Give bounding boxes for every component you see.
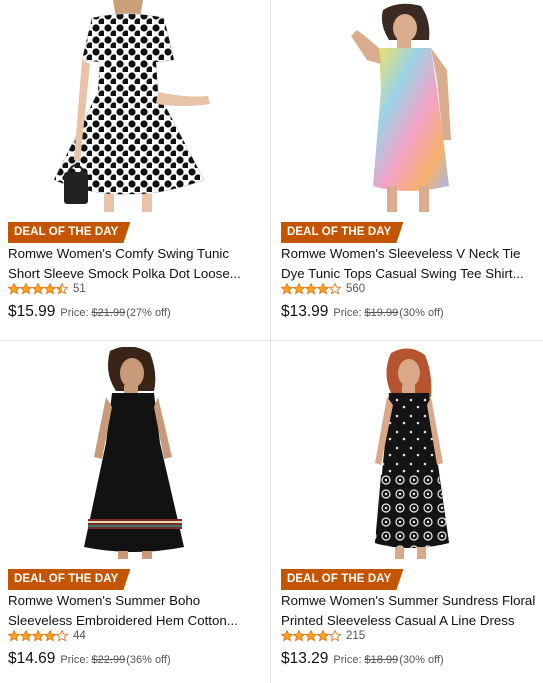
rating[interactable]: 51 [8,282,86,296]
product-image[interactable] [8,347,262,559]
star-icon [317,630,329,642]
rating[interactable]: 560 [281,282,365,296]
star-icon [56,630,68,642]
list-price: $19.99 [364,307,399,319]
product-card[interactable]: DEAL OF THE DAY Romwe Women's Summer Sun… [273,347,543,683]
star-icon [281,630,293,642]
price-line: $15.99 Price: $21.99 (27% off) [8,303,171,321]
product-image[interactable] [8,0,262,212]
product-title-line[interactable]: Short Sleeve Smock Polka Dot Loose... [8,264,266,284]
product-title-line[interactable]: Romwe Women's Sleeveless V Neck Tie [281,244,539,264]
list-price: $21.99 [91,307,126,319]
star-rating-icon[interactable] [8,283,68,295]
deal-price: $13.29 [281,650,329,667]
deal-badge: DEAL OF THE DAY [281,222,403,243]
star-icon [317,283,329,295]
black-boho-dress-photo [8,347,262,559]
product-title-line[interactable]: Printed Sleeveless Casual A Line Dress [281,611,539,631]
product-title-line[interactable]: Romwe Women's Comfy Swing Tunic [8,244,266,264]
deal-badge: DEAL OF THE DAY [281,569,403,590]
price-label: Price: [333,654,362,666]
row-divider [0,340,543,341]
product-card[interactable]: DEAL OF THE DAY Romwe Women's Comfy Swin… [0,0,270,340]
star-icon [305,630,317,642]
product-title-line[interactable]: Dye Tunic Tops Casual Swing Tee Shirt... [281,264,539,284]
star-icon [20,630,32,642]
discount-percent: (30% off) [399,307,444,319]
star-icon [8,630,20,642]
star-icon [56,283,68,295]
deal-badge: DEAL OF THE DAY [8,569,130,590]
product-image[interactable] [281,347,535,559]
star-icon [44,630,56,642]
star-rating-icon[interactable] [281,630,341,642]
rating[interactable]: 215 [281,629,365,643]
floral-sundress-photo [281,347,535,559]
star-icon [20,283,32,295]
star-icon [329,283,341,295]
star-icon [329,630,341,642]
deal-price: $15.99 [8,303,56,320]
product-title[interactable]: Romwe Women's Sleeveless V Neck Tie Dye … [281,244,539,283]
star-icon [281,283,293,295]
star-rating-icon[interactable] [8,630,68,642]
star-icon [44,283,56,295]
deal-price: $14.69 [8,650,56,667]
deal-price: $13.99 [281,303,329,320]
product-title[interactable]: Romwe Women's Summer Boho Sleeveless Emb… [8,591,266,630]
price-label: Price: [333,307,362,319]
review-count[interactable]: 560 [346,283,365,295]
price-label: Price: [60,654,89,666]
star-icon [32,630,44,642]
product-title-line[interactable]: Romwe Women's Summer Sundress Floral [281,591,539,611]
list-price: $22.99 [91,654,126,666]
star-icon [8,283,20,295]
product-title[interactable]: Romwe Women's Summer Sundress Floral Pri… [281,591,539,630]
rating[interactable]: 44 [8,629,86,643]
polka-dot-dress-photo [8,0,262,212]
product-card[interactable]: DEAL OF THE DAY Romwe Women's Sleeveless… [273,0,543,340]
list-price: $18.99 [364,654,399,666]
tie-dye-dress-photo [281,0,535,212]
price-label: Price: [60,307,89,319]
star-icon [305,283,317,295]
deals-grid: DEAL OF THE DAY Romwe Women's Comfy Swin… [0,0,543,683]
product-title-line[interactable]: Romwe Women's Summer Boho [8,591,266,611]
star-icon [293,283,305,295]
price-line: $14.69 Price: $22.99 (36% off) [8,650,171,668]
price-line: $13.99 Price: $19.99 (30% off) [281,303,444,321]
product-title-line[interactable]: Sleeveless Embroidered Hem Cotton... [8,611,266,631]
star-icon [293,630,305,642]
discount-percent: (27% off) [126,307,171,319]
product-title[interactable]: Romwe Women's Comfy Swing Tunic Short Sl… [8,244,266,283]
column-divider [270,0,271,683]
product-image[interactable] [281,0,535,212]
price-line: $13.29 Price: $18.99 (30% off) [281,650,444,668]
review-count[interactable]: 51 [73,283,86,295]
star-icon [32,283,44,295]
deal-badge: DEAL OF THE DAY [8,222,130,243]
discount-percent: (36% off) [126,654,171,666]
product-card[interactable]: DEAL OF THE DAY Romwe Women's Summer Boh… [0,347,270,683]
discount-percent: (30% off) [399,654,444,666]
review-count[interactable]: 215 [346,630,365,642]
review-count[interactable]: 44 [73,630,86,642]
star-rating-icon[interactable] [281,283,341,295]
